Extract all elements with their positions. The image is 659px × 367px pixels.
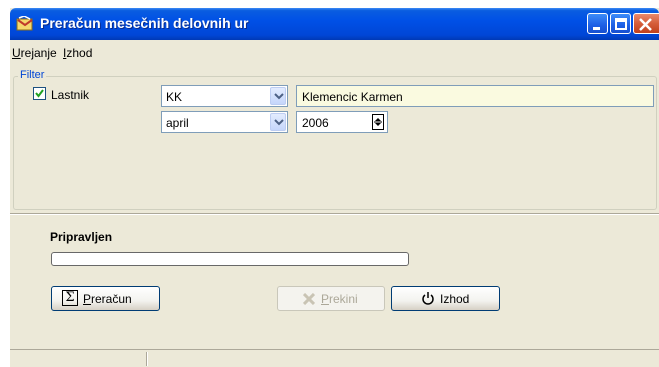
abort-icon bbox=[302, 292, 316, 308]
menu-exit[interactable]: Izhod bbox=[63, 46, 92, 60]
minimize-button[interactable] bbox=[587, 13, 608, 34]
owner-name-field: Klemencic Karmen bbox=[296, 85, 654, 107]
checkmark-icon bbox=[35, 89, 44, 98]
minimize-icon bbox=[593, 27, 600, 30]
exit-button[interactable]: Izhod bbox=[391, 286, 500, 311]
filter-legend: Filter bbox=[18, 69, 47, 81]
chevron-down-icon bbox=[274, 93, 284, 100]
status-text: Pripravljen bbox=[50, 230, 113, 244]
spinner-arrows-icon bbox=[374, 118, 382, 126]
owner-code-value: KK bbox=[166, 90, 183, 104]
owner-code-select[interactable]: KK bbox=[161, 85, 288, 107]
app-icon bbox=[16, 15, 34, 32]
close-button[interactable] bbox=[633, 13, 659, 34]
status-bar-separator bbox=[146, 352, 148, 366]
window-title: Preračun mesečnih delovnih ur bbox=[40, 15, 249, 31]
chevron-down-icon bbox=[274, 119, 284, 126]
menu-edit[interactable]: Urejanje bbox=[12, 46, 57, 60]
owner-checkbox-label[interactable]: Lastnik bbox=[51, 88, 89, 102]
dropdown-button[interactable] bbox=[270, 113, 286, 131]
menu-bar: Urejanje Izhod bbox=[10, 40, 659, 66]
status-bar bbox=[10, 349, 659, 367]
month-value: april bbox=[166, 116, 189, 130]
year-spinner[interactable]: 2006 bbox=[296, 111, 388, 133]
owner-checkbox[interactable] bbox=[33, 87, 46, 100]
abort-button[interactable]: Prekini bbox=[277, 286, 385, 311]
dropdown-button[interactable] bbox=[270, 87, 286, 105]
app-window: Preračun mesečnih delovnih ur Urejanje I… bbox=[10, 8, 659, 367]
month-select[interactable]: april bbox=[161, 111, 288, 133]
spinner-buttons[interactable] bbox=[372, 114, 384, 130]
close-icon bbox=[639, 18, 652, 31]
section-divider bbox=[10, 213, 659, 215]
sigma-icon: Σ bbox=[62, 290, 78, 306]
year-value: 2006 bbox=[302, 116, 329, 130]
progress-bar bbox=[51, 252, 409, 266]
calculate-button[interactable]: Σ Preračun bbox=[51, 286, 160, 311]
power-icon bbox=[421, 291, 435, 309]
title-bar[interactable]: Preračun mesečnih delovnih ur bbox=[10, 8, 659, 40]
maximize-button[interactable] bbox=[610, 13, 631, 34]
owner-name-value: Klemencic Karmen bbox=[302, 90, 403, 104]
